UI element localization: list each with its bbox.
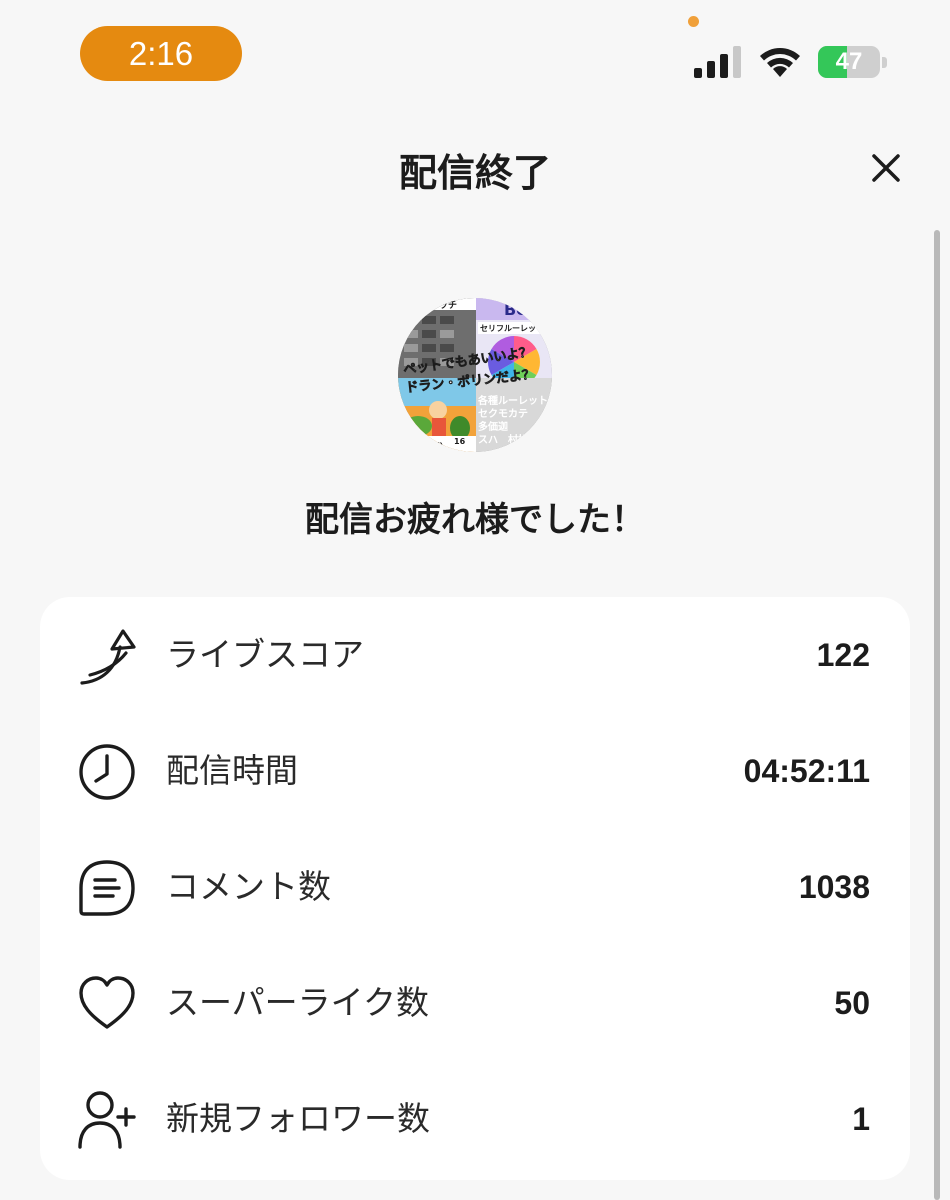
privacy-indicator-dot [688, 16, 699, 27]
add-user-icon [78, 1091, 136, 1149]
battery-indicator: 47 [818, 46, 888, 80]
wifi-icon [760, 48, 800, 77]
stat-value: 50 [834, 985, 870, 1021]
svg-text:セリフルーレッ: セリフルーレッ [480, 324, 536, 333]
stream-thumbnail-avatar: ラッチ Be セリフルーレッ ム者） 16 各種ルーレット セクモカテ 多価迦 … [398, 298, 552, 452]
stats-card: ライブスコア 122 配信時間 04:52:11 コメント数 1038 スーパー… [40, 597, 910, 1180]
stat-value: 1038 [798, 869, 870, 905]
stat-row-super-likes: スーパーライク数 50 [40, 945, 910, 1061]
stat-label: コメント数 [166, 867, 331, 906]
stat-label: 新規フォロワー数 [166, 1099, 430, 1138]
status-bar: 2:16 47 [0, 0, 950, 110]
battery-cap [882, 57, 887, 68]
stat-row-new-followers: 新規フォロワー数 1 [40, 1061, 910, 1177]
stat-row-live-score: ライブスコア 122 [40, 597, 910, 713]
stat-value: 122 [816, 637, 870, 673]
rising-arrow-icon [80, 629, 136, 685]
stat-label: スーパーライク数 [166, 983, 430, 1022]
thumbnail-collage: ラッチ Be セリフルーレッ ム者） 16 各種ルーレット セクモカテ 多価迦 … [398, 298, 552, 452]
battery-body: 47 [818, 46, 880, 78]
scroll-indicator[interactable] [934, 230, 940, 1200]
page-title: 配信終了 [398, 151, 551, 195]
svg-text:多価迦: 多価迦 [478, 420, 508, 433]
stat-value: 1 [852, 1101, 870, 1137]
stat-value: 04:52:11 [743, 753, 870, 789]
cellular-signal-icon [694, 46, 741, 78]
stat-label: 配信時間 [166, 751, 298, 790]
svg-text:ラッチ: ラッチ [430, 300, 457, 311]
battery-percent: 47 [835, 48, 863, 75]
svg-text:各種ルーレット: 各種ルーレット [477, 394, 548, 407]
svg-text:16: 16 [454, 437, 466, 446]
close-icon[interactable] [862, 144, 910, 192]
status-time[interactable]: 2:16 [80, 26, 242, 81]
svg-text:村松: 村松 [508, 433, 528, 446]
comment-icon [79, 860, 135, 916]
svg-text:スハ: スハ [478, 434, 498, 446]
stat-row-stream-time: 配信時間 04:52:11 [40, 713, 910, 829]
svg-text:セクモカテ: セクモカテ [478, 408, 528, 420]
clock-icon [79, 744, 135, 800]
stat-label: ライブスコア [166, 635, 364, 674]
svg-text:ム者）: ム者） [424, 441, 448, 451]
heart-icon [79, 976, 135, 1029]
stat-row-comments: コメント数 1038 [40, 829, 910, 945]
completion-message: 配信お疲れ様でした！ [305, 500, 645, 540]
svg-text:Be: Be [504, 300, 527, 319]
